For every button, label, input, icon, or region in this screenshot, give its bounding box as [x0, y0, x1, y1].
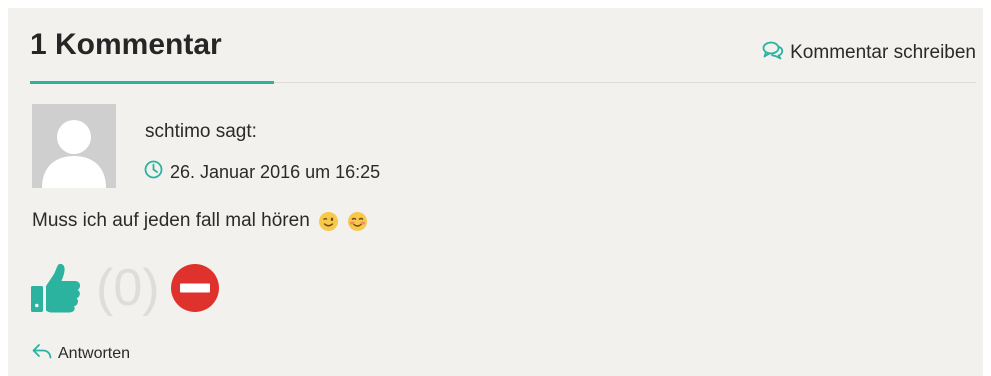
comment-author: schtimo sagt: [145, 121, 257, 142]
comment-date: 26. Januar 2016 um 16:25 [144, 160, 380, 184]
avatar [32, 104, 116, 188]
reply-button[interactable]: Antworten [32, 343, 130, 364]
reply-arrow-icon [32, 343, 52, 364]
speech-bubbles-icon [762, 40, 784, 66]
clock-icon [144, 160, 163, 184]
comments-section: 1 Kommentar Kommentar schreiben schtimo … [8, 8, 983, 376]
comments-header: 1 Kommentar Kommentar schreiben [30, 22, 976, 84]
reply-label[interactable]: Antworten [58, 345, 130, 363]
comment-rating: (0) [30, 262, 220, 314]
comments-title: 1 Kommentar [30, 28, 222, 61]
write-comment-label[interactable]: Kommentar schreiben [790, 42, 976, 64]
winking-face-emoji [318, 211, 339, 232]
comment-body: Muss ich auf jeden fall mal hören [32, 210, 368, 232]
minus-circle-icon[interactable] [170, 263, 220, 313]
comment-text: Muss ich auf jeden fall mal hören [32, 210, 310, 231]
vote-count: (0) [96, 259, 160, 317]
title-underline [30, 81, 274, 84]
write-comment-link[interactable]: Kommentar schreiben [762, 40, 976, 66]
comment-date-text: 26. Januar 2016 um 16:25 [170, 161, 381, 182]
thumbs-up-icon[interactable] [30, 262, 82, 314]
smiling-blushing-face-emoji [347, 211, 368, 232]
